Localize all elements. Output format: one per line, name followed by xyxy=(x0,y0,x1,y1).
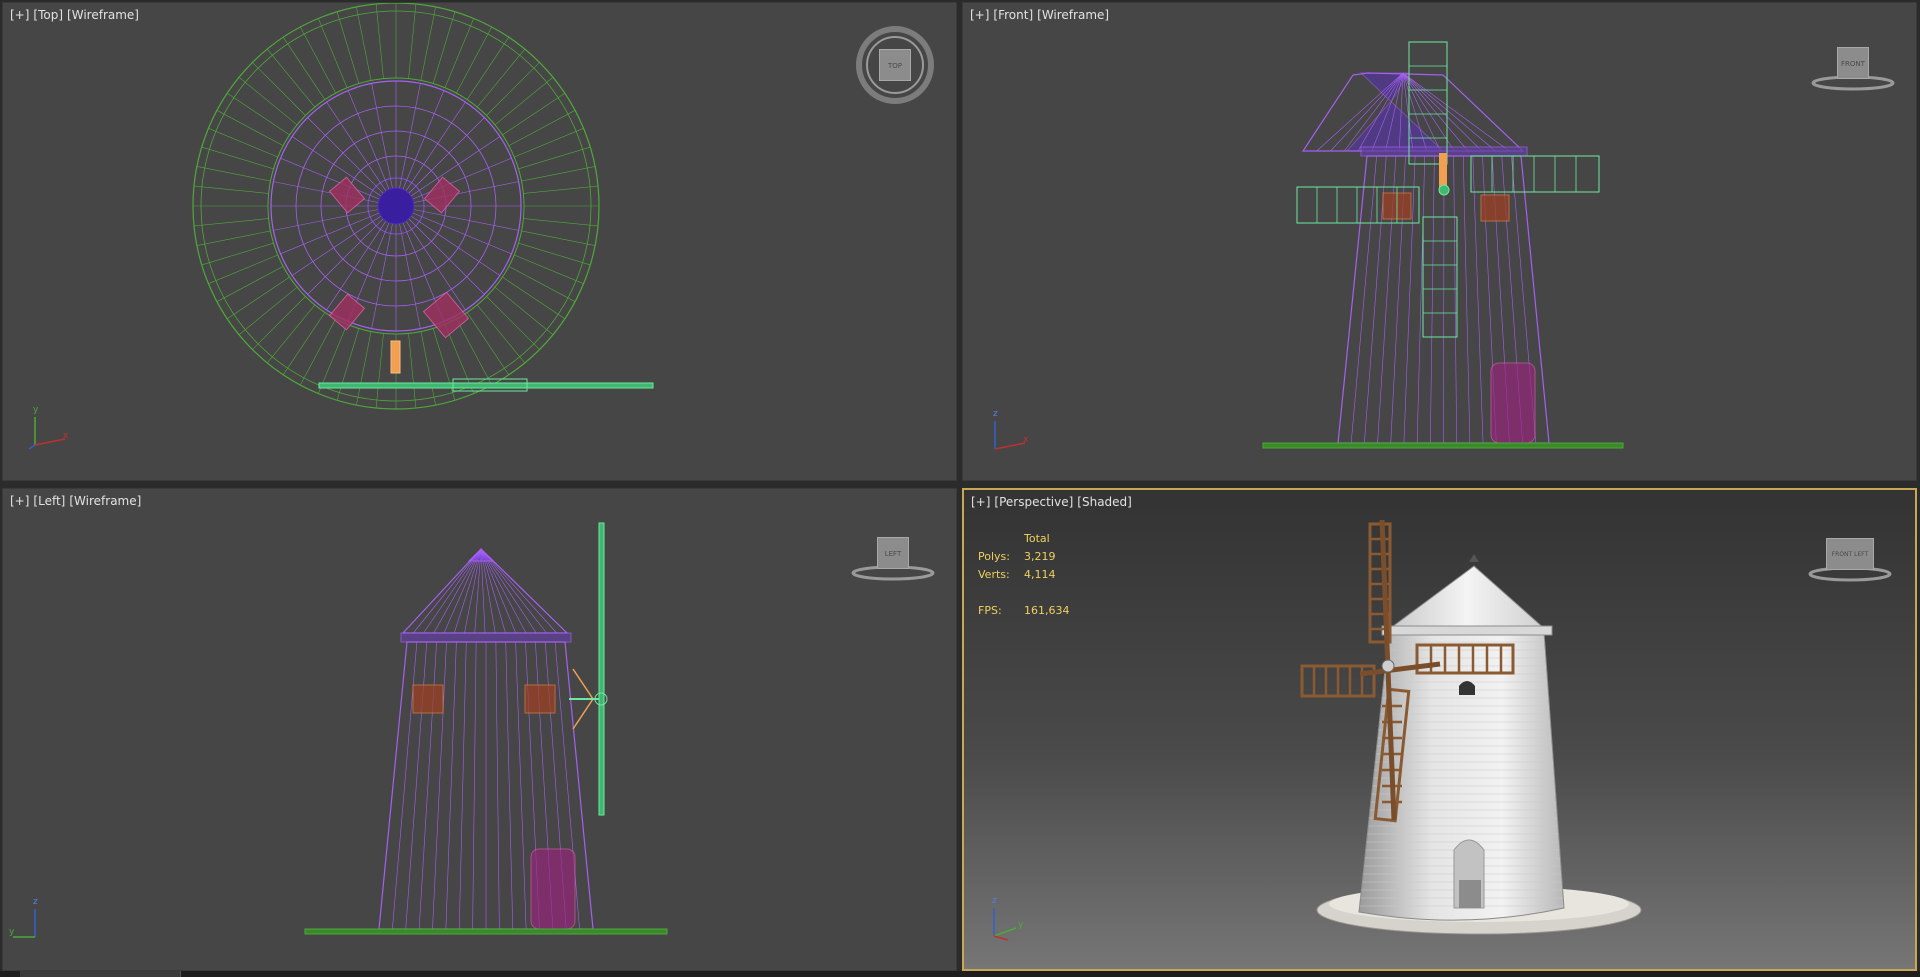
axis-label-horizontal: x xyxy=(63,431,69,441)
viewport-top[interactable]: [+] [Top] [Wireframe] TOP y x xyxy=(2,2,957,481)
axis-tripod-icon: z y xyxy=(7,895,57,945)
axis-tripod-icon: y x xyxy=(23,403,73,453)
axis-label-horizontal: y xyxy=(9,927,15,937)
viewcube-icon[interactable]: LEFT xyxy=(851,533,935,583)
viewcube-face[interactable]: LEFT xyxy=(877,537,909,569)
top-view-wireframe xyxy=(192,3,654,410)
axis-label-horizontal: y xyxy=(1018,920,1024,930)
viewport-left[interactable]: [+] [Left] [Wireframe] LEFT z y xyxy=(2,488,957,971)
viewport-perspective[interactable]: [+] [Perspective] [Shaded] Total Polys: 3,2… xyxy=(962,488,1917,971)
viewcube-icon[interactable]: TOP xyxy=(855,25,935,105)
status-strip xyxy=(0,971,1920,977)
front-view-wireframe xyxy=(1262,41,1624,449)
axis-label-vertical: z xyxy=(33,897,38,907)
viewport-front[interactable]: [+] [Front] [Wireframe] FRONT z x xyxy=(962,2,1917,481)
status-strip-tab[interactable] xyxy=(20,971,181,977)
viewcube-icon[interactable]: FRONT LEFT xyxy=(1808,534,1892,584)
viewcube-face[interactable]: FRONT xyxy=(1837,47,1869,79)
axis-label-vertical: z xyxy=(993,409,998,419)
axis-label-vertical: y xyxy=(33,405,39,415)
axis-tripod-icon: z y xyxy=(982,894,1032,944)
viewcube-icon[interactable]: FRONT xyxy=(1811,43,1895,93)
axis-label-vertical: z xyxy=(992,896,997,906)
axis-label-horizontal: x xyxy=(1023,435,1029,445)
axis-tripod-icon: z x xyxy=(983,407,1033,457)
viewcube-face[interactable]: FRONT LEFT xyxy=(1826,538,1874,570)
windmill-shaded-render xyxy=(1300,519,1642,935)
viewcube-face[interactable]: TOP xyxy=(879,49,911,81)
left-view-wireframe xyxy=(304,522,668,935)
